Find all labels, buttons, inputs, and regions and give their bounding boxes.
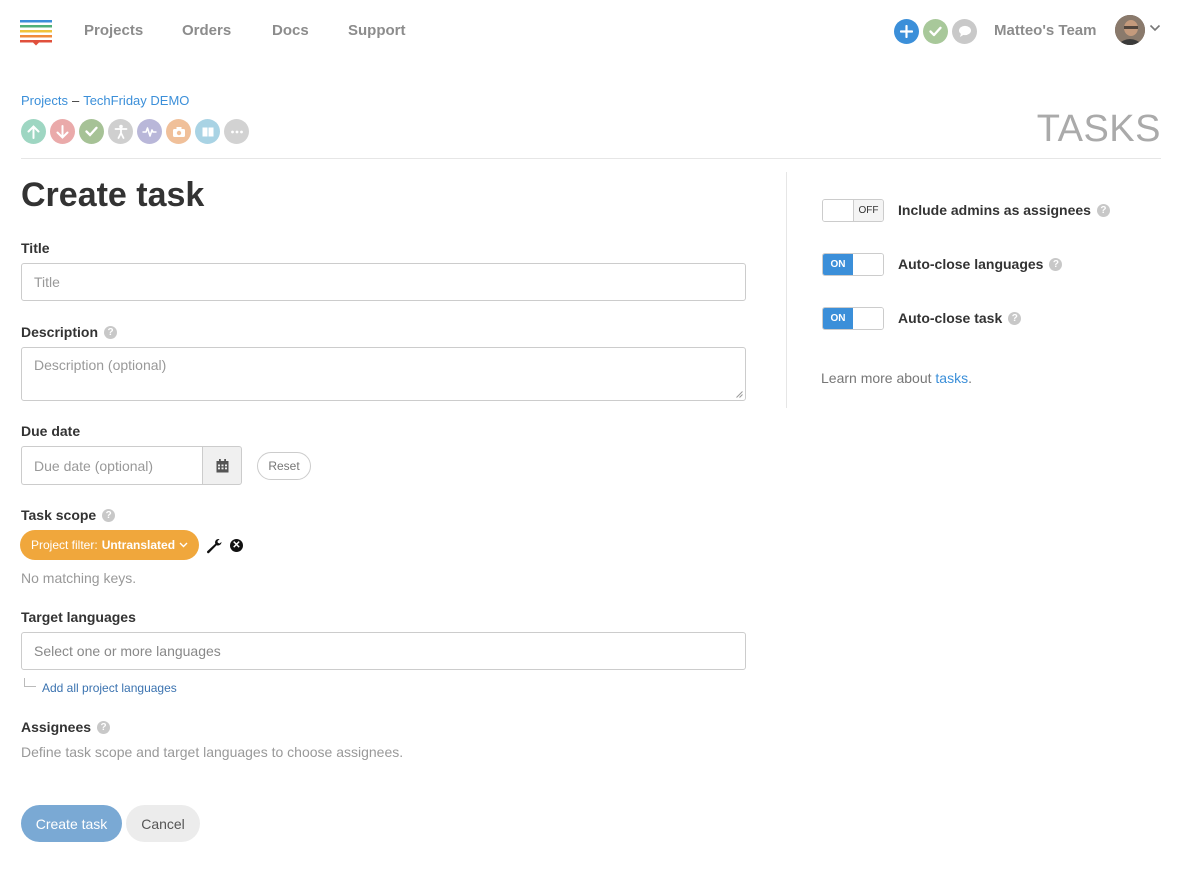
top-action-icons <box>894 19 977 44</box>
calendar-button[interactable] <box>202 446 242 485</box>
project-filter-dropdown[interactable]: Project filter: Untranslated <box>20 530 200 560</box>
check-icon[interactable] <box>923 19 948 44</box>
auto-close-languages-toggle[interactable]: ON <box>822 253 884 276</box>
header-divider <box>21 158 1161 159</box>
toggle-state: ON <box>823 308 853 329</box>
help-icon[interactable]: ? <box>1008 311 1022 325</box>
description-textarea[interactable]: Description (optional) <box>21 347 746 401</box>
accessibility-icon[interactable] <box>108 119 133 144</box>
breadcrumb-projects-link[interactable]: Projects <box>21 93 68 108</box>
calendar-icon <box>216 458 228 472</box>
task-scope-label: Task scope ? <box>21 507 116 523</box>
check-icon[interactable] <box>79 119 104 144</box>
tree-connector <box>24 678 36 687</box>
section-title: TASKS <box>1036 108 1161 150</box>
no-matching-keys: No matching keys. <box>21 570 137 586</box>
plus-icon[interactable] <box>894 19 919 44</box>
chat-icon[interactable] <box>952 19 977 44</box>
auto-close-languages-label: Auto-close languages ? <box>898 256 1063 272</box>
top-navigation: Projects Orders Docs Support Matteo's Te… <box>0 0 1181 64</box>
assignees-label: Assignees ? <box>21 719 111 735</box>
due-date-label: Due date <box>21 423 81 439</box>
download-icon[interactable] <box>50 119 75 144</box>
resize-handle-icon[interactable] <box>736 391 743 398</box>
nav-support[interactable]: Support <box>348 22 406 39</box>
wrench-icon[interactable] <box>206 538 223 554</box>
target-languages-placeholder: Select one or more languages <box>34 643 221 659</box>
help-icon[interactable]: ? <box>97 720 111 734</box>
nav-projects[interactable]: Projects <box>84 22 143 39</box>
toggle-state: OFF <box>852 200 883 221</box>
nav-orders[interactable]: Orders <box>182 22 231 39</box>
column-divider <box>786 172 787 408</box>
team-name[interactable]: Matteo's Team <box>994 22 1096 39</box>
learn-more-text: Learn more about tasks. <box>821 370 972 386</box>
add-all-languages: Add all project languages <box>24 678 177 695</box>
more-icon[interactable] <box>224 119 249 144</box>
description-placeholder: Description (optional) <box>34 357 167 373</box>
auto-close-task-toggle[interactable]: ON <box>822 307 884 330</box>
help-icon[interactable]: ? <box>104 325 118 339</box>
title-placeholder: Title <box>34 274 60 290</box>
project-toolbar <box>21 119 249 144</box>
page-title: Create task <box>21 176 205 214</box>
activity-icon[interactable] <box>137 119 162 144</box>
reset-button[interactable]: Reset <box>257 452 311 480</box>
filter-value: Untranslated <box>101 538 176 552</box>
tasks-docs-link[interactable]: tasks <box>935 370 968 386</box>
help-icon[interactable]: ? <box>102 508 116 522</box>
add-all-languages-link[interactable]: Add all project languages <box>42 681 177 695</box>
clear-filter-icon[interactable]: ✕ <box>230 539 243 552</box>
filter-prefix: Project filter: <box>31 538 98 552</box>
title-label: Title <box>21 240 50 256</box>
due-date-input[interactable]: Due date (optional) <box>21 446 203 485</box>
include-admins-toggle[interactable]: OFF <box>822 199 884 222</box>
camera-icon[interactable] <box>166 119 191 144</box>
logo-icon[interactable] <box>20 20 52 46</box>
create-task-button[interactable]: Create task <box>21 805 122 842</box>
book-icon[interactable] <box>195 119 220 144</box>
upload-icon[interactable] <box>21 119 46 144</box>
target-languages-label: Target languages <box>21 609 136 625</box>
assignees-hint: Define task scope and target languages t… <box>21 744 404 760</box>
chevron-down-icon <box>179 542 188 548</box>
title-input[interactable]: Title <box>21 263 746 301</box>
description-label: Description ? <box>21 324 118 340</box>
breadcrumb-project-link[interactable]: TechFriday DEMO <box>83 93 189 108</box>
help-icon[interactable]: ? <box>1096 203 1110 217</box>
breadcrumb: Projects – TechFriday DEMO <box>21 93 189 108</box>
include-admins-label: Include admins as assignees ? <box>898 202 1110 218</box>
auto-close-task-label: Auto-close task ? <box>898 310 1022 326</box>
nav-docs[interactable]: Docs <box>272 22 309 39</box>
target-languages-select[interactable]: Select one or more languages <box>21 632 746 670</box>
cancel-button[interactable]: Cancel <box>126 805 200 842</box>
breadcrumb-separator: – <box>71 93 80 108</box>
due-date-placeholder: Due date (optional) <box>34 457 154 474</box>
help-icon[interactable]: ? <box>1049 257 1063 271</box>
avatar[interactable] <box>1115 15 1145 45</box>
chevron-down-icon[interactable] <box>1149 24 1161 32</box>
toggle-state: ON <box>823 254 853 275</box>
